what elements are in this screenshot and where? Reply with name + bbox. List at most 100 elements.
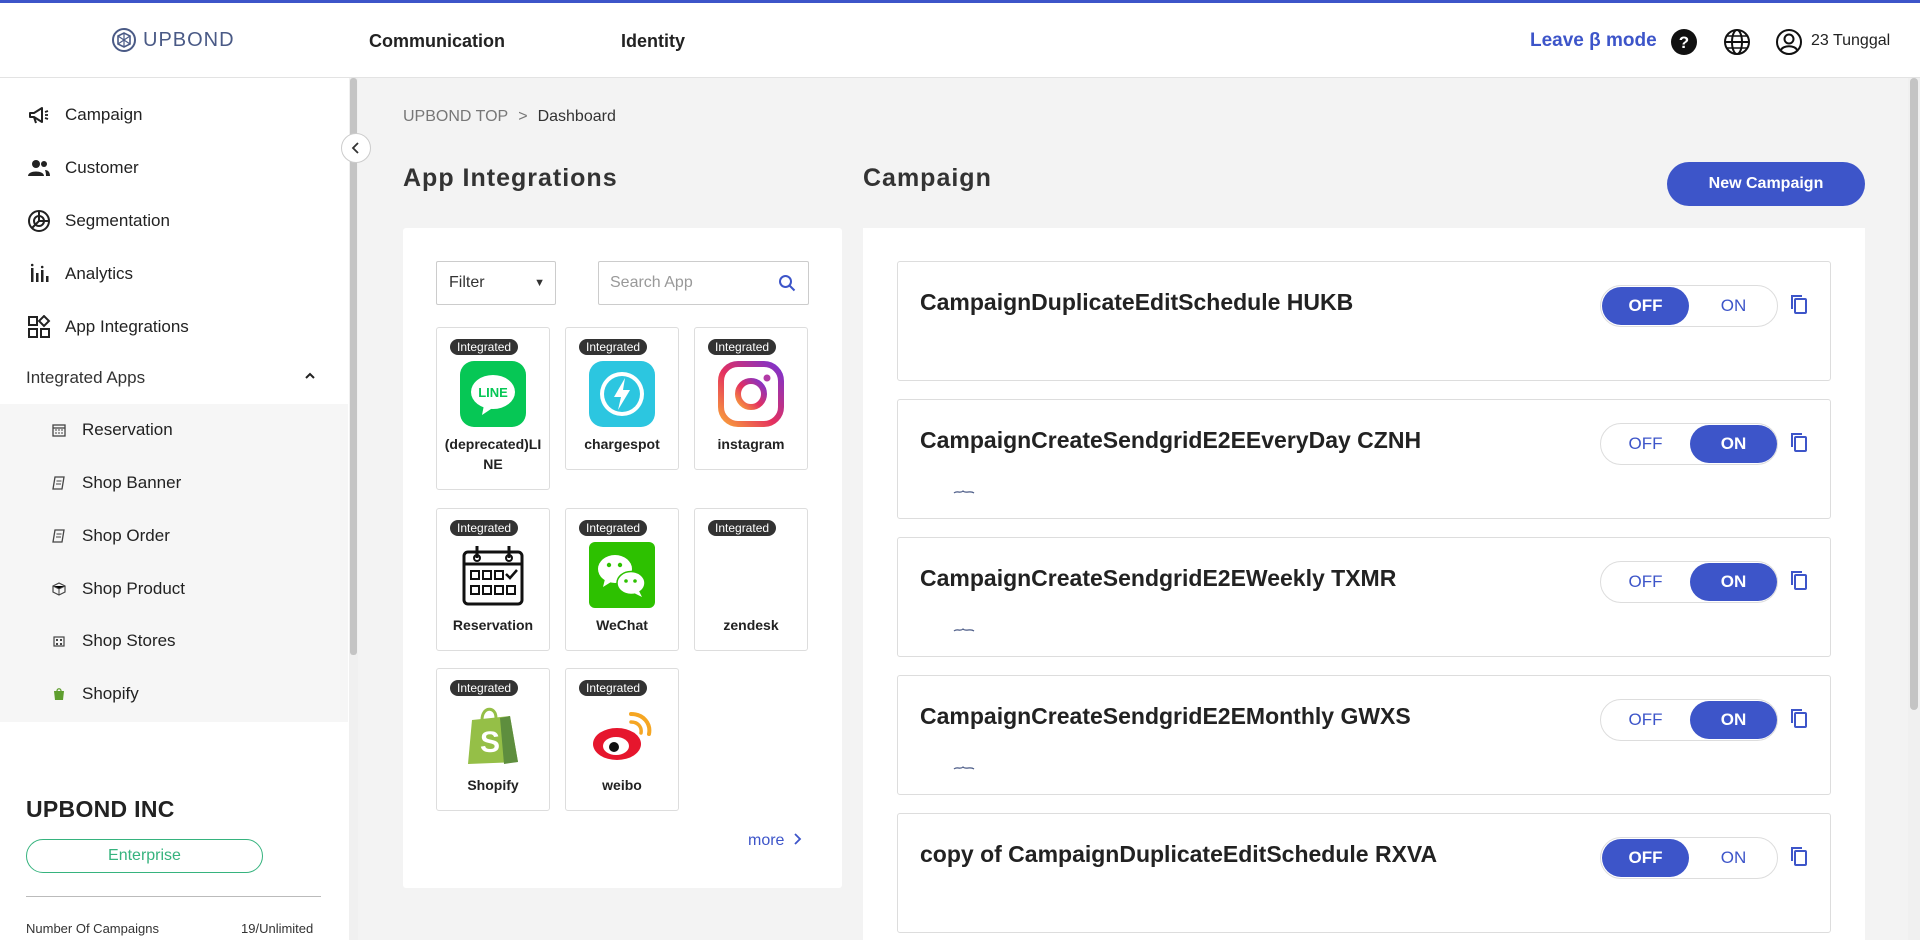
app-tile-shopify[interactable]: Integrated S Shopify <box>436 668 550 811</box>
copy-icon[interactable] <box>1788 569 1810 591</box>
app-tile-line[interactable]: Integrated LINE (deprecated)LINE <box>436 327 550 490</box>
globe-icon[interactable] <box>1723 28 1751 56</box>
toggle-on-option[interactable]: ON <box>1690 425 1777 463</box>
chargespot-icon <box>589 361 655 427</box>
sidebar-item-shop-product[interactable]: Shop Product <box>52 579 185 599</box>
toggle-on-option[interactable]: ON <box>1690 287 1777 325</box>
toggle-off-option[interactable]: OFF <box>1602 563 1689 601</box>
sidebar-item-reservation[interactable]: Reservation <box>52 420 173 440</box>
integrated-badge: Integrated <box>450 680 519 696</box>
campaign-thumbnail-image <box>953 628 975 632</box>
search-icon[interactable] <box>778 274 796 292</box>
sidebar-scrollbar-thumb[interactable] <box>350 78 357 655</box>
sidebar-item-app-integrations[interactable]: App Integrations <box>27 315 189 339</box>
sidebar-item-label: Customer <box>65 158 139 177</box>
campaign-status-toggle[interactable]: OFF ON <box>1600 423 1778 465</box>
campaign-card[interactable]: copy of CampaignDuplicateEditSchedule RX… <box>897 813 1831 933</box>
toggle-on-option[interactable]: ON <box>1690 563 1777 601</box>
pie-chart-icon <box>28 210 50 232</box>
sidebar-item-analytics[interactable]: Analytics <box>27 262 133 286</box>
more-apps-link[interactable]: more <box>748 832 802 850</box>
app-name: instagram <box>717 436 785 452</box>
svg-text:S: S <box>480 726 500 759</box>
campaign-name[interactable]: copy of CampaignDuplicateEditSchedule RX… <box>920 841 1437 868</box>
integrated-apps-submenu <box>0 404 348 722</box>
weibo-icon <box>593 712 652 760</box>
zendesk-icon <box>718 542 784 608</box>
campaign-status-toggle[interactable]: OFF ON <box>1600 837 1778 879</box>
campaign-card[interactable]: CampaignCreateSendgridE2EEveryDay CZNH O… <box>897 399 1831 519</box>
integrated-apps-label: Integrated Apps <box>26 368 146 387</box>
breadcrumb-root[interactable]: UPBOND TOP <box>403 108 508 125</box>
calendar-icon <box>462 546 524 606</box>
campaign-count-value: 19/Unlimited <box>241 921 314 936</box>
chevron-up-icon <box>305 372 315 379</box>
question-circle-icon[interactable]: ? <box>1670 28 1698 56</box>
app-tile-wechat[interactable]: Integrated WeChat <box>565 508 679 651</box>
main-scrollbar-thumb[interactable] <box>1910 78 1918 710</box>
sidebar-item-shop-stores[interactable]: Shop Stores <box>52 631 176 651</box>
copy-icon[interactable] <box>1788 707 1810 729</box>
integrated-apps-toggle[interactable]: Integrated Apps <box>0 358 336 398</box>
sidebar-item-campaign[interactable]: Campaign <box>27 103 143 127</box>
toggle-off-option[interactable]: OFF <box>1602 287 1689 325</box>
sidebar-item-label: Segmentation <box>65 211 170 230</box>
sidebar-item-shop-order[interactable]: Shop Order <box>52 526 170 546</box>
collapse-sidebar-button[interactable] <box>341 133 371 163</box>
campaign-card[interactable]: CampaignCreateSendgridE2EWeekly TXMR OFF… <box>897 537 1831 657</box>
wechat-icon <box>589 542 655 608</box>
campaign-card[interactable]: CampaignDuplicateEditSchedule HUKB OFF O… <box>897 261 1831 381</box>
app-name: (deprecated)LINE <box>444 436 542 472</box>
receipt-icon <box>52 529 65 543</box>
integrated-badge: Integrated <box>708 520 777 536</box>
new-campaign-button[interactable]: New Campaign <box>1667 162 1865 206</box>
app-tile-weibo[interactable]: Integrated weibo <box>565 668 679 811</box>
upbond-logo-icon <box>112 28 136 52</box>
sidebar-item-customer[interactable]: Customer <box>27 156 139 180</box>
search-app-input[interactable] <box>599 262 769 304</box>
campaign-status-toggle[interactable]: OFF ON <box>1600 285 1778 327</box>
copy-icon[interactable] <box>1788 293 1810 315</box>
copy-icon[interactable] <box>1788 845 1810 867</box>
filter-select[interactable]: Filter ▼ <box>436 261 556 305</box>
user-circle-icon[interactable] <box>1775 28 1803 56</box>
toggle-on-option[interactable]: ON <box>1690 701 1777 739</box>
copy-icon[interactable] <box>1788 431 1810 453</box>
user-name[interactable]: 23 Tunggal <box>1811 32 1890 50</box>
campaign-status-toggle[interactable]: OFF ON <box>1600 699 1778 741</box>
chevron-right-icon <box>794 833 802 845</box>
sidebar-item-label: Reservation <box>82 420 173 439</box>
app-tile-reservation[interactable]: Integrated Reservation <box>436 508 550 651</box>
app-tile-chargespot[interactable]: Integrated chargespot <box>565 327 679 470</box>
leave-beta-mode-link[interactable]: Leave β mode <box>1530 30 1657 52</box>
breadcrumb-separator: > <box>518 108 528 125</box>
app-tile-zendesk[interactable]: Integrated zendesk <box>694 508 808 651</box>
toggle-off-option[interactable]: OFF <box>1602 425 1689 463</box>
campaign-card[interactable]: CampaignCreateSendgridE2EMonthly GWXS OF… <box>897 675 1831 795</box>
sidebar-item-shopify[interactable]: Shopify <box>52 684 139 704</box>
upbond-logo[interactable]: UPBOND <box>111 27 235 53</box>
campaign-name[interactable]: CampaignCreateSendgridE2EWeekly TXMR <box>920 565 1396 592</box>
campaign-thumbnail-image <box>953 490 975 494</box>
campaign-name[interactable]: CampaignDuplicateEditSchedule HUKB <box>920 289 1353 316</box>
box-icon <box>52 582 66 596</box>
toggle-on-option[interactable]: ON <box>1690 839 1777 877</box>
campaign-name[interactable]: CampaignCreateSendgridE2EEveryDay CZNH <box>920 427 1421 454</box>
chevron-left-icon <box>351 142 359 154</box>
main-scrollbar[interactable] <box>1908 78 1920 940</box>
integrated-badge: Integrated <box>708 339 777 355</box>
sidebar-item-shop-banner[interactable]: Shop Banner <box>52 473 181 493</box>
nav-identity[interactable]: Identity <box>621 31 685 52</box>
integrated-badge: Integrated <box>579 680 648 696</box>
toggle-off-option[interactable]: OFF <box>1602 701 1689 739</box>
app-name: Reservation <box>452 617 534 633</box>
sidebar-item-segmentation[interactable]: Segmentation <box>27 209 170 233</box>
bar-chart-icon <box>30 263 49 282</box>
app-tile-instagram[interactable]: Integrated instagram <box>694 327 808 470</box>
campaign-thumbnail-image <box>953 766 975 770</box>
sidebar-scrollbar[interactable] <box>349 78 358 940</box>
toggle-off-option[interactable]: OFF <box>1602 839 1689 877</box>
campaign-status-toggle[interactable]: OFF ON <box>1600 561 1778 603</box>
campaign-name[interactable]: CampaignCreateSendgridE2EMonthly GWXS <box>920 703 1411 730</box>
nav-communication[interactable]: Communication <box>369 31 505 52</box>
